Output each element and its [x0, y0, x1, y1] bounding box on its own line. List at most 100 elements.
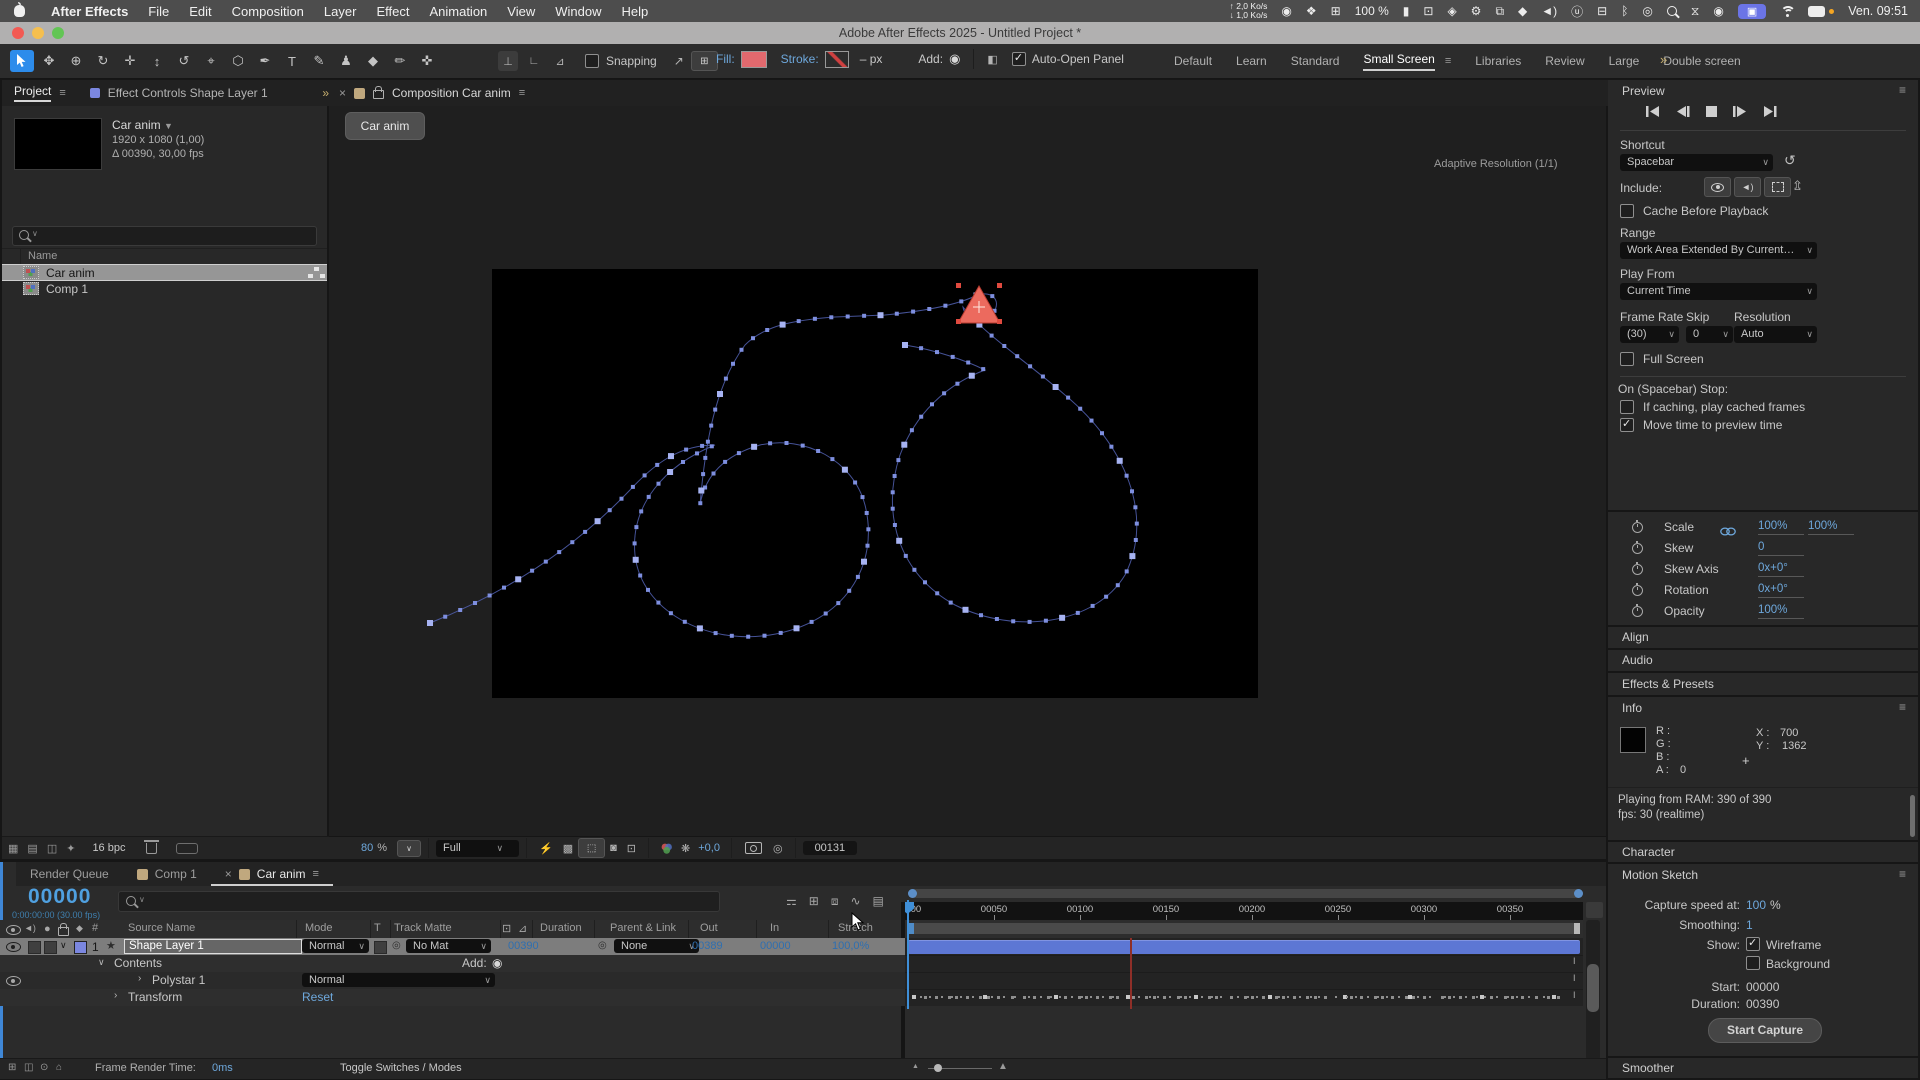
- layer-stretch-value[interactable]: 100,0%: [832, 940, 869, 952]
- layer-mode-dropdown[interactable]: Normal∨: [302, 939, 369, 953]
- keyframe-dot[interactable]: [1552, 995, 1556, 999]
- layer-expand-chevron-icon[interactable]: ∨: [60, 940, 67, 951]
- audio-panel-title[interactable]: Audio: [1608, 650, 1918, 671]
- hide-shy-layers-icon[interactable]: ⧈: [831, 894, 839, 909]
- screen-record-icon[interactable]: ◉: [1713, 4, 1723, 18]
- label-column-icon[interactable]: ◆: [76, 923, 83, 934]
- path-keyframe-dot[interactable]: [458, 608, 462, 612]
- first-frame-button[interactable]: [1646, 106, 1660, 117]
- keyframe-dot[interactable]: [935, 996, 938, 999]
- stopwatch-icon[interactable]: [1632, 585, 1643, 596]
- path-keyframe-dot[interactable]: [930, 402, 934, 406]
- path-keyframe-dot[interactable]: [1104, 595, 1108, 599]
- layer-video-eye-icon[interactable]: [6, 942, 21, 952]
- path-keyframe-dot[interactable]: [895, 312, 899, 316]
- keyframe-dot[interactable]: [966, 996, 969, 999]
- range-dropdown[interactable]: Work Area Extended By Current…∨: [1620, 242, 1817, 259]
- path-keyframe-dot[interactable]: [668, 453, 674, 459]
- path-keyframe-dot[interactable]: [1011, 619, 1015, 623]
- keyframe-dot[interactable]: [1511, 996, 1514, 999]
- path-keyframe-dot[interactable]: [1015, 354, 1019, 358]
- keyframe-dot[interactable]: [1230, 996, 1233, 999]
- stroke-swatch[interactable]: [825, 51, 849, 68]
- keyframe-dot[interactable]: [1081, 996, 1083, 998]
- keyframe-dot[interactable]: [1282, 996, 1285, 999]
- path-keyframe-dot[interactable]: [935, 591, 939, 595]
- path-keyframe-dot[interactable]: [740, 348, 744, 352]
- path-keyframe-dot[interactable]: [730, 634, 734, 638]
- keyframe-dot[interactable]: [1090, 996, 1092, 998]
- current-timecode[interactable]: 00000: [28, 885, 91, 909]
- project-search-input[interactable]: ∨: [12, 226, 317, 246]
- stroke-width-value[interactable]: – px: [860, 52, 883, 66]
- path-keyframe-dot[interactable]: [943, 304, 947, 308]
- path-keyframe-dot[interactable]: [701, 472, 705, 476]
- comp-chip[interactable]: Car anim: [345, 112, 425, 140]
- world-axis-mode[interactable]: ∟: [524, 51, 544, 71]
- keyframe-dot[interactable]: [1220, 996, 1222, 998]
- path-keyframe-dot[interactable]: [1078, 407, 1082, 411]
- keyframe-dot[interactable]: [1423, 996, 1426, 999]
- keyframe-dot[interactable]: [1033, 996, 1036, 999]
- panel-toggle-icon[interactable]: ◧: [987, 53, 997, 66]
- path-keyframe-dot[interactable]: [896, 458, 900, 462]
- menu-item-window[interactable]: Window: [545, 4, 611, 19]
- keyframe-dot[interactable]: [1417, 996, 1419, 998]
- keyframe-dot[interactable]: [1262, 996, 1265, 999]
- add-play-icon[interactable]: ◉: [949, 51, 960, 67]
- keyframe-dot[interactable]: [1293, 996, 1296, 999]
- last-frame-button[interactable]: [1763, 106, 1777, 117]
- toggle-switches-modes-button[interactable]: Toggle Switches / Modes: [340, 1062, 462, 1074]
- path-keyframe-dot[interactable]: [515, 576, 521, 582]
- stop-cache-checkbox[interactable]: [1620, 400, 1634, 414]
- path-keyframe-dot[interactable]: [810, 620, 814, 624]
- path-keyframe-dot[interactable]: [963, 607, 969, 613]
- stop-move-checkbox[interactable]: [1620, 418, 1634, 432]
- path-keyframe-dot[interactable]: [1129, 553, 1135, 559]
- tab-project[interactable]: Project: [14, 84, 51, 102]
- keyframe-dot[interactable]: [924, 996, 927, 999]
- path-keyframe-dot[interactable]: [901, 442, 907, 448]
- dropbox-icon[interactable]: ❖: [1306, 4, 1317, 18]
- path-keyframe-dot[interactable]: [893, 474, 897, 478]
- orbit-camera-tool[interactable]: ↻: [91, 50, 115, 72]
- path-keyframe-dot[interactable]: [1059, 615, 1065, 621]
- keyframe-dot[interactable]: [1071, 996, 1073, 998]
- motion-blur-icon[interactable]: ▤: [873, 894, 884, 909]
- keyframe-dot[interactable]: [1335, 996, 1337, 998]
- path-keyframe-dot[interactable]: [698, 501, 702, 505]
- time-ruler[interactable]: 0000000050001000015000200002500030000350: [905, 902, 1583, 920]
- keyframe-dot[interactable]: [1310, 996, 1312, 998]
- bluetooth-icon[interactable]: ᛒ: [1621, 4, 1628, 18]
- timeline-tab-car-anim[interactable]: ×Car anim≡: [211, 862, 333, 886]
- path-keyframe-dot[interactable]: [861, 495, 865, 499]
- stopwatch-icon[interactable]: [1632, 522, 1643, 533]
- path-keyframe-dot[interactable]: [910, 428, 914, 432]
- path-keyframe-dot[interactable]: [1100, 431, 1104, 435]
- path-keyframe-dot[interactable]: [684, 448, 688, 452]
- path-keyframe-dot[interactable]: [620, 497, 624, 501]
- utilities-icon[interactable]: ⚙: [1471, 4, 1482, 18]
- keyframe-dot[interactable]: [1412, 996, 1415, 999]
- show-snapshot-icon[interactable]: ◎: [773, 842, 783, 855]
- tv-icon[interactable]: ⊟: [1597, 4, 1607, 18]
- audio-panel[interactable]: Audio: [1608, 650, 1918, 671]
- effects-presets-title[interactable]: Effects & Presets: [1608, 673, 1918, 695]
- character-panel-title[interactable]: Character: [1608, 842, 1918, 862]
- project-bpc-button[interactable]: 16 bpc: [92, 842, 125, 854]
- path-keyframe-dot[interactable]: [724, 377, 728, 381]
- keyframe-dot[interactable]: [1215, 996, 1218, 999]
- path-keyframe-dot[interactable]: [846, 315, 850, 319]
- start-capture-button[interactable]: Start Capture: [1708, 1018, 1822, 1043]
- selection-tool[interactable]: [10, 50, 34, 72]
- keyframe-dot[interactable]: [1386, 996, 1388, 998]
- previous-frame-button[interactable]: [1676, 106, 1690, 117]
- path-keyframe-dot[interactable]: [643, 473, 647, 477]
- keyframe-dot[interactable]: [1314, 996, 1317, 999]
- path-keyframe-dot[interactable]: [981, 367, 985, 371]
- keyframe-dot[interactable]: [1023, 996, 1026, 999]
- info-panel-menu-icon[interactable]: ≡: [1899, 700, 1906, 714]
- contents-row[interactable]: ∨ Contents Add: ◉: [0, 955, 905, 972]
- path-keyframe-dot[interactable]: [1090, 419, 1094, 423]
- path-keyframe-dot[interactable]: [709, 424, 713, 428]
